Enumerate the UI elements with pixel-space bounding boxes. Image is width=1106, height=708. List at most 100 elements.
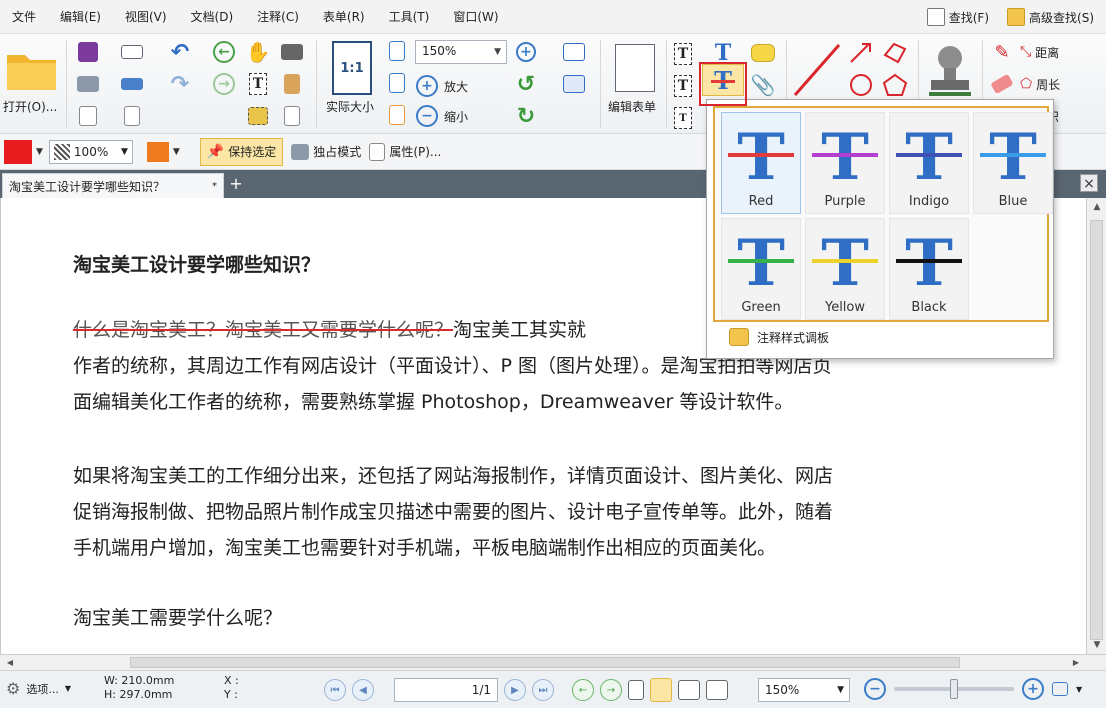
snapshot-icon[interactable] xyxy=(244,104,272,128)
email-icon[interactable] xyxy=(118,40,146,64)
zoom-slider-knob[interactable] xyxy=(950,679,958,699)
scroll-left-icon[interactable]: ◀ xyxy=(2,655,18,671)
rotate-right-icon[interactable]: ↻ xyxy=(512,104,540,129)
facing-page-icon[interactable] xyxy=(678,680,700,700)
properties-button[interactable]: 属性(P)... xyxy=(369,142,441,161)
fit-page-icon[interactable] xyxy=(386,40,408,62)
next-page-icon[interactable]: ▶ xyxy=(504,679,526,701)
single-page-icon[interactable] xyxy=(628,680,644,700)
page-number-input[interactable]: 1/1 xyxy=(394,678,498,702)
polygon-tool-icon[interactable] xyxy=(880,72,910,98)
magnifier-icon[interactable]: + xyxy=(512,40,540,64)
fill-color-swatch[interactable] xyxy=(146,141,169,162)
previous-page-icon[interactable]: ◀ xyxy=(352,679,374,701)
scanner-icon[interactable] xyxy=(118,72,146,96)
opacity-select[interactable]: 100% ▼ xyxy=(48,139,133,164)
continuous-facing-icon[interactable] xyxy=(706,680,728,700)
vertical-scroll-thumb[interactable] xyxy=(1090,220,1103,640)
options-button[interactable]: ⚙ 选项... ▼ xyxy=(6,679,71,698)
style-red[interactable]: T Red xyxy=(721,112,801,214)
zoom-out-button[interactable]: − 缩小 xyxy=(416,104,496,128)
style-green[interactable]: T Green xyxy=(721,218,801,320)
chevron-down-icon[interactable]: ▼ xyxy=(1076,685,1082,694)
rotate-left-icon[interactable]: ↺ xyxy=(512,72,540,97)
continuous-page-icon[interactable] xyxy=(650,678,672,702)
arrow-tool-icon[interactable] xyxy=(846,40,876,66)
actual-size-button[interactable]: 1:1 xyxy=(330,40,374,96)
first-page-icon[interactable]: ⏮ xyxy=(324,679,346,701)
close-icon[interactable]: × xyxy=(1080,174,1098,192)
advanced-find-button[interactable]: 高级查找(S) xyxy=(1003,4,1098,30)
pencil-icon[interactable]: ✎ xyxy=(988,40,1016,64)
distance-button[interactable]: ⤡ 距离 xyxy=(1020,40,1102,64)
clipboard-icon[interactable] xyxy=(278,72,306,96)
forward-icon[interactable]: → xyxy=(212,72,236,96)
menu-file[interactable]: 文件 xyxy=(0,0,48,34)
ellipse-tool-icon[interactable] xyxy=(846,72,876,98)
menu-view[interactable]: 视图(V) xyxy=(113,0,179,34)
menu-comment[interactable]: 注释(C) xyxy=(245,0,311,34)
annotation-style-palette-button[interactable]: 注释样式调板 xyxy=(729,328,829,346)
fullscreen-icon[interactable] xyxy=(1052,682,1068,696)
textbox-icon[interactable]: T xyxy=(670,42,696,66)
new-doc-icon[interactable] xyxy=(118,104,146,128)
chevron-down-icon[interactable]: ▼ xyxy=(36,147,43,157)
exclusive-mode-button[interactable]: 独占模式 xyxy=(291,143,361,160)
paperclip-icon[interactable]: 📎 xyxy=(748,72,778,98)
zoom-select[interactable]: 150% ▼ xyxy=(415,40,507,64)
zoom-in-icon[interactable]: + xyxy=(1022,678,1044,700)
menu-form[interactable]: 表单(R) xyxy=(311,0,377,34)
perimeter-button[interactable]: ⬠ 周长 xyxy=(1020,72,1102,96)
fit-visible-icon[interactable] xyxy=(386,104,408,126)
eraser-icon[interactable] xyxy=(988,72,1016,96)
vertical-scrollbar[interactable]: ▲ ▼ xyxy=(1086,198,1106,654)
back-icon[interactable]: ← xyxy=(572,679,594,701)
hand-icon[interactable]: ✋ xyxy=(244,40,272,64)
fit-width-icon[interactable] xyxy=(386,72,408,94)
menu-edit[interactable]: 编辑(E) xyxy=(48,0,113,34)
back-icon[interactable]: ← xyxy=(212,40,236,64)
select-text-icon[interactable]: T xyxy=(244,72,272,96)
scroll-up-icon[interactable]: ▲ xyxy=(1087,198,1106,216)
forward-icon[interactable]: → xyxy=(600,679,622,701)
line-tool-icon[interactable] xyxy=(790,40,844,100)
zoom-out-icon[interactable]: − xyxy=(864,678,886,700)
document-tab[interactable]: 淘宝美工设计要学哪些知识？ * xyxy=(2,173,224,198)
style-yellow[interactable]: T Yellow xyxy=(805,218,885,320)
stroke-color-swatch[interactable] xyxy=(4,139,32,164)
polyline-tool-icon[interactable] xyxy=(880,40,910,66)
file-attach-icon[interactable] xyxy=(278,104,306,128)
pages-icon[interactable] xyxy=(560,72,588,96)
last-page-icon[interactable]: ⏭ xyxy=(532,679,554,701)
scroll-right-icon[interactable]: ▶ xyxy=(1068,655,1084,671)
add-tab-icon[interactable]: + xyxy=(228,176,244,192)
keep-selected-button[interactable]: 📌 保持选定 xyxy=(199,137,284,166)
style-blue[interactable]: T Blue xyxy=(973,112,1053,214)
find-button[interactable]: 查找(F) xyxy=(923,4,993,30)
status-zoom-select[interactable]: 150% ▼ xyxy=(758,678,850,702)
menu-document[interactable]: 文档(D) xyxy=(179,0,246,34)
style-indigo[interactable]: T Indigo xyxy=(889,112,969,214)
undo-icon[interactable]: ↶ xyxy=(166,40,194,65)
note-icon[interactable] xyxy=(748,40,778,66)
redo-icon[interactable]: ↷ xyxy=(166,72,194,97)
horizontal-scroll-thumb[interactable] xyxy=(130,657,960,668)
text-field-icon[interactable]: T xyxy=(670,106,696,130)
chevron-down-icon[interactable]: ▼ xyxy=(173,147,180,157)
page-layout-icon[interactable] xyxy=(560,40,588,64)
stamp-icon[interactable] xyxy=(922,40,978,102)
callout-icon[interactable]: T xyxy=(670,74,696,98)
open-button[interactable] xyxy=(4,42,60,94)
style-purple[interactable]: T Purple xyxy=(805,112,885,214)
style-black[interactable]: T Black xyxy=(889,218,969,320)
print-icon[interactable] xyxy=(76,72,100,96)
struck-text[interactable]: 什么是淘宝美工？淘宝美工又需要学什么呢？ xyxy=(73,319,453,341)
export-icon[interactable] xyxy=(76,104,100,128)
edit-form-button[interactable] xyxy=(610,40,660,96)
menu-tools[interactable]: 工具(T) xyxy=(377,0,442,34)
horizontal-scrollbar[interactable]: ◀ ▶ xyxy=(0,654,1106,670)
zoom-in-button[interactable]: + 放大 xyxy=(416,74,496,98)
scroll-down-icon[interactable]: ▼ xyxy=(1087,636,1106,654)
zoom-slider[interactable] xyxy=(894,679,1014,699)
camera-icon[interactable] xyxy=(278,40,306,64)
